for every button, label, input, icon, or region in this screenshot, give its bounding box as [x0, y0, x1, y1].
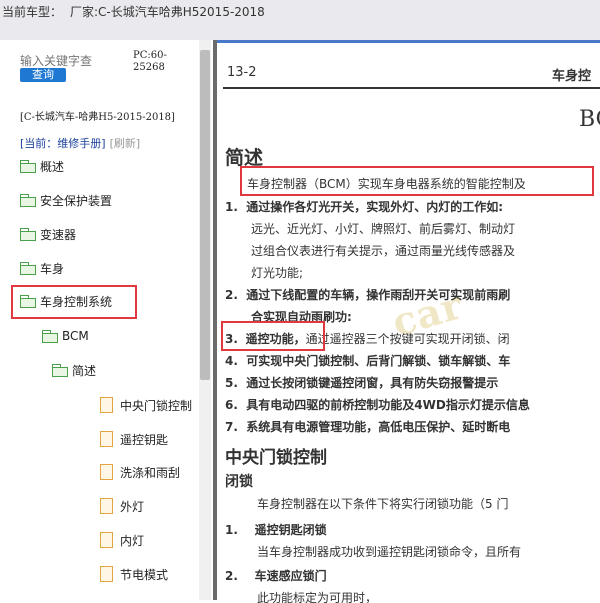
tree-item-body[interactable]: 车身: [20, 258, 64, 278]
folder-icon: [20, 194, 36, 207]
tree-label: 车身: [40, 261, 65, 276]
item-1: 1. 通过操作各灯光开关，实现外灯、内灯的工作如:: [225, 200, 504, 214]
search-input[interactable]: [20, 54, 128, 68]
tree-item-safety[interactable]: 安全保护装置: [20, 190, 112, 210]
tree-item-remote-key[interactable]: 遥控钥匙: [100, 429, 168, 449]
tree-label: 洗涤和雨刮: [120, 465, 181, 480]
item-5: 5. 通过长按闭锁键遥控闭窗，具有防失窃报警提示: [225, 376, 499, 390]
document-icon: [100, 498, 113, 514]
tree-label: 中央门锁控制: [120, 398, 193, 413]
tree-label: 简述: [72, 363, 97, 378]
item-1-detail: 远光、近光灯、小灯、牌照灯、前后雾灯、制动灯: [251, 222, 516, 236]
tree-label: 遥控钥匙: [120, 432, 169, 447]
manual-link[interactable]: 维修手册: [57, 137, 101, 150]
tree-item-bcm[interactable]: BCM: [42, 326, 89, 346]
tree-label: 节电模式: [120, 567, 169, 582]
document-icon: [100, 431, 113, 447]
top-bar: 当前车型： 厂家:C-长城汽车哈弗H52015-2018: [0, 0, 600, 41]
header-rule: [223, 87, 600, 89]
tree-item-power-saving[interactable]: 节电模式: [100, 564, 168, 584]
tree-item-transmission[interactable]: 变速器: [20, 224, 76, 244]
lock-intro: 车身控制器在以下条件下将实行闭锁功能（5 门: [257, 497, 509, 511]
tree-item-exterior-lights[interactable]: 外灯: [100, 496, 144, 516]
refresh-link[interactable]: [刷新]: [110, 137, 141, 150]
current-model-value: 厂家:C-长城汽车哈弗H52015-2018: [70, 5, 265, 19]
tree-label: 概述: [40, 159, 65, 174]
tree-label: 外灯: [120, 499, 145, 514]
current-location: [当前：维修手册] [刷新]: [20, 135, 140, 151]
section-header: 车身控: [552, 69, 592, 84]
sub-item-2: 2. 车速感应锁门: [225, 569, 327, 583]
model-path: [C-长城汽车-哈弗H5-2015-2018]: [20, 112, 175, 123]
current-model-label: 当前车型：: [2, 5, 63, 19]
tree-label: 变速器: [40, 227, 77, 242]
folder-icon: [20, 228, 36, 241]
document-icon: [100, 397, 113, 413]
pc-code: PC:60-25268: [133, 50, 167, 73]
tree-label: BCM: [62, 329, 89, 343]
sidebar-scroll-thumb[interactable]: [200, 50, 210, 380]
heading-lock: 闭锁: [225, 474, 253, 490]
sidebar: PC:60-25268 查询 [C-长城汽车-哈弗H5-2015-2018] […: [0, 40, 214, 600]
item-7: 7. 系统具有电源管理功能，高低电压保护、延时断电: [225, 420, 511, 434]
item-3-highlight: [221, 321, 325, 351]
sub-item-2-text: 此功能标定为可用时，: [257, 591, 378, 603]
tree-item-overview[interactable]: 概述: [20, 156, 64, 176]
item-1-detail: 灯光功能;: [251, 266, 304, 280]
current-suffix: ]: [101, 137, 106, 150]
document-icon: [100, 464, 113, 480]
query-button[interactable]: 查询: [20, 68, 66, 82]
document-icon: [100, 532, 113, 548]
tree-item-washer-wiper[interactable]: 洗涤和雨刮: [100, 462, 180, 482]
document-title: BC: [579, 107, 600, 132]
folder-icon: [20, 160, 36, 173]
sub-item-1: 1. 遥控钥匙闭锁: [225, 523, 327, 537]
tree-item-central-lock[interactable]: 中央门锁控制: [100, 395, 192, 415]
tree-label: 内灯: [120, 533, 145, 548]
current-prefix: [当前：: [20, 137, 58, 150]
page-number: 13-2: [227, 65, 257, 80]
document-icon: [100, 566, 113, 582]
item-6: 6. 具有电动四驱的前桥控制功能及4WD指示灯提示信息: [225, 398, 530, 412]
tree-label: 安全保护装置: [40, 193, 113, 208]
intro-highlight: [240, 166, 594, 196]
folder-icon: [20, 262, 36, 275]
selection-highlight: [11, 285, 137, 319]
heading-central-lock: 中央门锁控制: [225, 448, 327, 468]
sub-item-1-text: 当车身控制器成功收到遥控钥匙闭锁命令，且所有: [257, 545, 522, 559]
folder-open-icon: [52, 364, 68, 377]
folder-open-icon: [42, 330, 58, 343]
item-1-detail: 过组合仪表进行有关提示，通过雨量光线传感器及: [251, 244, 516, 258]
tree-item-summary[interactable]: 简述: [52, 360, 96, 380]
document-viewer: 13-2 车身控 BC 简述 车身控制器（BCM）实现车身电器系统的智能控制及 …: [217, 40, 600, 603]
item-2: 2. 通过下线配置的车辆，操作雨刮开关可实现前雨刷: [225, 288, 511, 302]
tree-item-interior-lights[interactable]: 内灯: [100, 530, 144, 550]
item-4: 4. 可实现中央门锁控制、后背门解锁、锁车解锁、车: [225, 354, 511, 368]
